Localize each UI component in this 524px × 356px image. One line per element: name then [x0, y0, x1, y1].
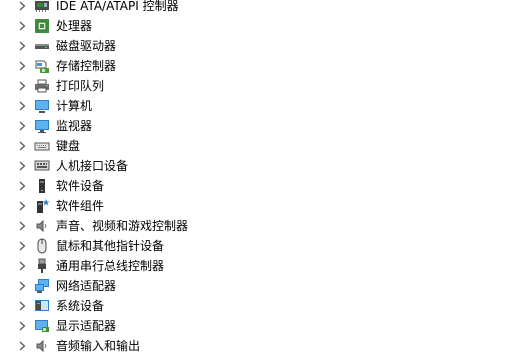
tree-node-display-adapters[interactable]: 显示适配器: [0, 316, 524, 336]
chevron-right-icon[interactable]: [18, 81, 27, 91]
tree-node-label: 处理器: [56, 19, 93, 33]
tree-node-label: 软件设备: [56, 179, 105, 193]
tree-node-mice[interactable]: 鼠标和其他指针设备: [0, 236, 524, 256]
tree-node-label: 系统设备: [56, 299, 105, 313]
tree-node-label: 人机接口设备: [56, 159, 129, 173]
display-adapter-icon: [35, 320, 49, 332]
tree-node-label: 软件组件: [56, 199, 105, 213]
chevron-right-icon[interactable]: [18, 21, 27, 31]
tree-node-print-queues[interactable]: 打印队列: [0, 76, 524, 96]
tree-node-label: 键盘: [56, 139, 81, 153]
tree-node-human-interface-devices[interactable]: 人机接口设备: [0, 156, 524, 176]
usb-icon: [38, 258, 46, 273]
keyboard-icon: [34, 142, 50, 151]
tree-node-sound-video-game-controllers[interactable]: 声音、视频和游戏控制器: [0, 216, 524, 236]
chevron-right-icon[interactable]: [18, 261, 27, 271]
tree-node-label: 监视器: [56, 119, 93, 133]
tree-node-label: 打印队列: [56, 79, 105, 93]
software-device-icon: [39, 179, 45, 193]
chevron-right-icon[interactable]: [18, 201, 27, 211]
device-tree: IDE ATA/ATAPI 控制器 处理器 磁盘驱动器 存储控制器 打印队列 计…: [0, 0, 524, 353]
monitor-icon: [35, 120, 49, 133]
tree-node-label: 存储控制器: [56, 59, 117, 73]
chevron-right-icon[interactable]: [18, 241, 27, 251]
tree-node-ide-controllers[interactable]: IDE ATA/ATAPI 控制器: [0, 0, 524, 16]
speaker-icon: [36, 219, 47, 233]
tree-node-label: 磁盘驱动器: [56, 39, 117, 53]
tree-node-label: 计算机: [56, 99, 93, 113]
tree-node-label: 声音、视频和游戏控制器: [56, 219, 189, 233]
hid-icon: [34, 160, 50, 171]
tree-node-label: 通用串行总线控制器: [56, 259, 165, 273]
printer-icon: [35, 79, 49, 93]
mouse-icon: [37, 238, 47, 254]
tree-node-storage-controllers[interactable]: 存储控制器: [0, 56, 524, 76]
chevron-right-icon[interactable]: [18, 141, 27, 151]
tree-node-disk-drives[interactable]: 磁盘驱动器: [0, 36, 524, 56]
tree-node-monitors[interactable]: 监视器: [0, 116, 524, 136]
tree-node-system-devices[interactable]: 系统设备: [0, 296, 524, 316]
chevron-right-icon[interactable]: [18, 181, 27, 191]
tree-node-label: 鼠标和其他指针设备: [56, 239, 165, 253]
storage-controller-icon: [35, 60, 49, 73]
tree-node-label: IDE ATA/ATAPI 控制器: [56, 0, 179, 13]
tree-node-computer[interactable]: 计算机: [0, 96, 524, 116]
tree-node-software-devices[interactable]: 软件设备: [0, 176, 524, 196]
chevron-right-icon[interactable]: [18, 321, 27, 331]
disk-drive-icon: [35, 44, 49, 49]
tree-node-software-components[interactable]: 软件组件: [0, 196, 524, 216]
chevron-right-icon[interactable]: [18, 1, 27, 11]
chevron-right-icon[interactable]: [18, 341, 27, 351]
chevron-right-icon[interactable]: [18, 161, 27, 171]
tree-node-network-adapters[interactable]: 网络适配器: [0, 276, 524, 296]
chevron-right-icon[interactable]: [18, 101, 27, 111]
software-component-icon: [37, 199, 50, 213]
tree-node-audio-inputs-outputs[interactable]: 音频输入和输出: [0, 336, 524, 356]
tree-node-keyboards[interactable]: 键盘: [0, 136, 524, 156]
tree-node-label: 网络适配器: [56, 279, 117, 293]
chevron-right-icon[interactable]: [18, 121, 27, 131]
system-device-icon: [35, 300, 49, 311]
processor-icon: [35, 19, 49, 33]
tree-node-processors[interactable]: 处理器: [0, 16, 524, 36]
tree-node-label: 显示适配器: [56, 319, 117, 333]
chevron-right-icon[interactable]: [18, 61, 27, 71]
tree-node-label: 音频输入和输出: [56, 339, 141, 353]
audio-io-icon: [36, 339, 47, 353]
computer-icon: [35, 100, 49, 113]
network-adapter-icon: [35, 279, 49, 293]
chevron-right-icon[interactable]: [18, 281, 27, 291]
chevron-right-icon[interactable]: [18, 221, 27, 231]
chevron-right-icon[interactable]: [18, 301, 27, 311]
tree-node-usb-controllers[interactable]: 通用串行总线控制器: [0, 256, 524, 276]
ide-controller-icon: [35, 1, 49, 12]
chevron-right-icon[interactable]: [18, 41, 27, 51]
